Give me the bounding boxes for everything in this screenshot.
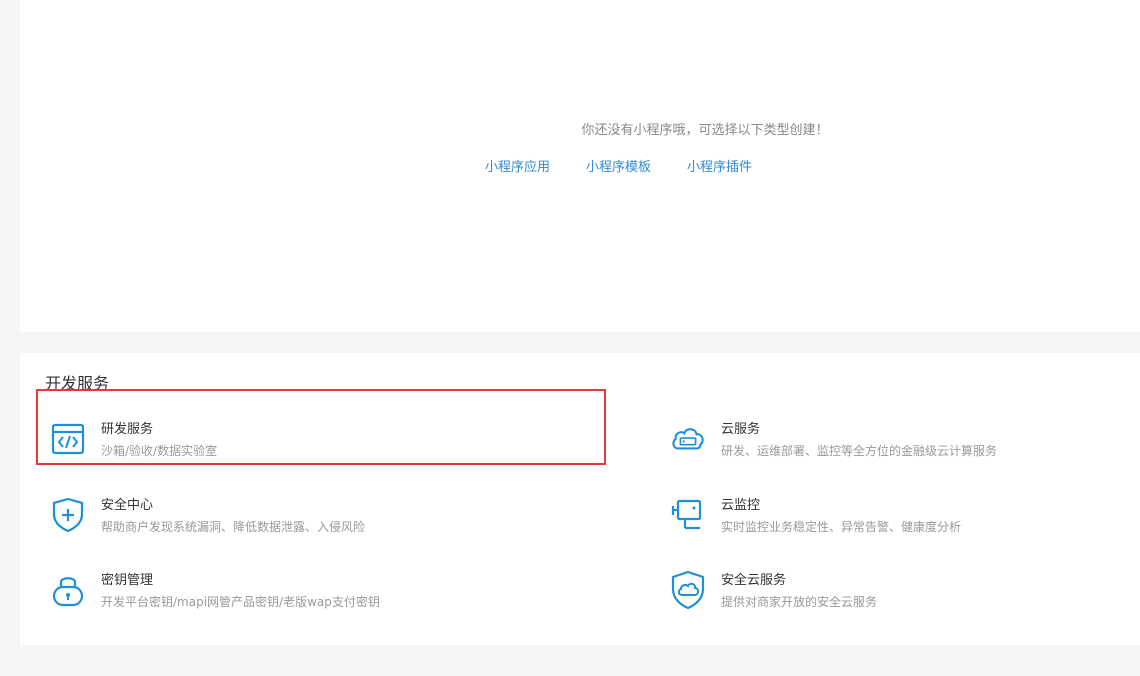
service-security-center[interactable]: 安全中心 帮助商户发现系统漏洞、降低数据泄露、入侵风险: [50, 495, 470, 545]
create-type-links: 小程序应用 小程序模板 小程序插件: [485, 158, 752, 178]
shield-plus-icon: [50, 495, 86, 535]
service-desc: 实时监控业务稳定性、异常告警、健康度分析: [721, 520, 962, 534]
service-name: 云服务: [721, 422, 761, 437]
service-security-cloud[interactable]: 安全云服务 提供对商家开放的安全云服务: [670, 570, 1090, 620]
service-desc: 研发、运维部署、监控等全方位的金融级云计算服务: [721, 444, 998, 458]
service-desc: 开发平台密钥/mapi网管产品密钥/老版wap支付密钥: [101, 595, 380, 609]
highlight-box: [36, 389, 606, 465]
create-plugin-link[interactable]: 小程序插件: [687, 158, 752, 178]
service-cloud[interactable]: 云服务 研发、运维部署、监控等全方位的金融级云计算服务: [670, 419, 1090, 469]
empty-state-panel: 你还没有小程序哦，可选择以下类型创建！ 小程序应用 小程序模板 小程序插件: [20, 0, 1140, 332]
service-name: 云监控: [721, 498, 761, 513]
create-miniapp-link[interactable]: 小程序应用: [485, 158, 550, 178]
service-cloud-monitor[interactable]: 云监控 实时监控业务稳定性、异常告警、健康度分析: [670, 495, 1090, 545]
service-desc: 帮助商户发现系统漏洞、降低数据泄露、入侵风险: [101, 520, 366, 534]
service-key-management[interactable]: 密钥管理 开发平台密钥/mapi网管产品密钥/老版wap支付密钥: [50, 570, 470, 620]
service-name: 安全中心: [101, 498, 154, 513]
lock-icon: [50, 570, 86, 610]
cloud-server-icon: [670, 419, 706, 459]
service-name: 安全云服务: [721, 573, 787, 588]
dev-services-panel: 开发服务 研发服务 沙箱/验收/数据实验室 云服务 研发、运维部署、监控等全方位…: [20, 353, 1140, 645]
shield-cloud-icon: [670, 570, 706, 610]
empty-state-message: 你还没有小程序哦，可选择以下类型创建！: [581, 123, 829, 138]
security-camera-icon: [670, 495, 706, 535]
service-desc: 提供对商家开放的安全云服务: [721, 595, 878, 609]
service-name: 密钥管理: [101, 573, 154, 588]
create-template-link[interactable]: 小程序模板: [586, 158, 651, 178]
